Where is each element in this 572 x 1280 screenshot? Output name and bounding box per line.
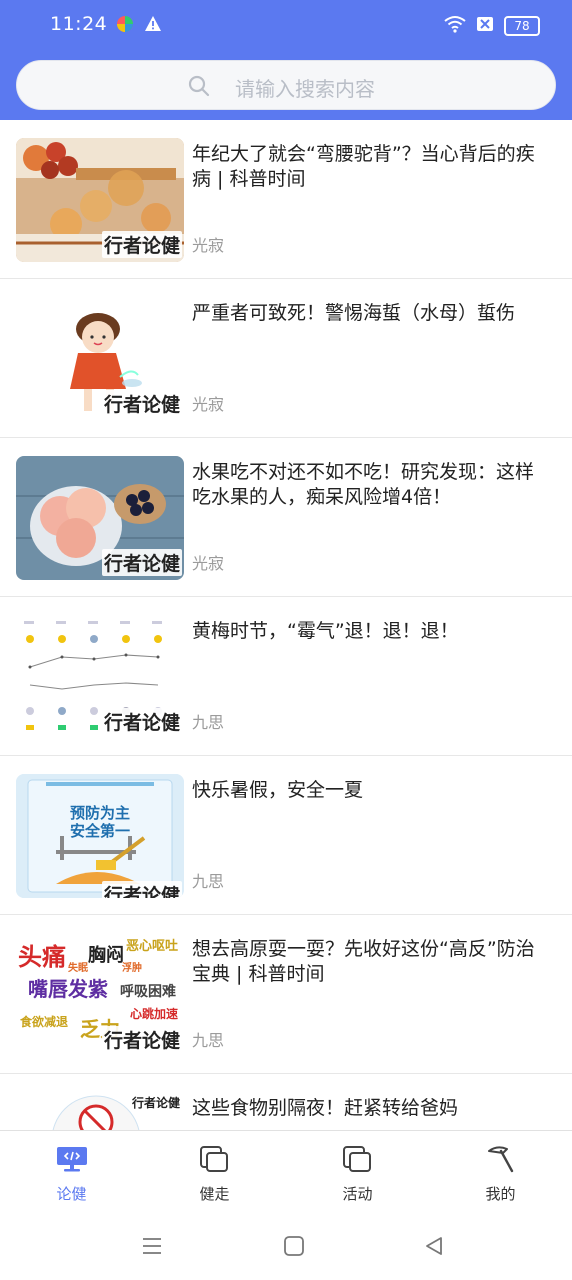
article-source: 九思 [192, 872, 225, 891]
article-feed[interactable]: 行者论健 年纪大了就会“弯腰驼背”？当心背后的疾病 | 科普时间 光寂 行者论健… [0, 120, 572, 1130]
article-title[interactable]: 年纪大了就会“弯腰驼背”？当心背后的疾病 | 科普时间 [192, 142, 552, 192]
thumbnail-watermark: 行者论健 [101, 708, 182, 735]
word-cloud-term: 呼吸困难 [120, 984, 176, 1000]
tab-label: 我的 [485, 1185, 516, 1203]
thumbnail-watermark: 行者论健 [101, 390, 182, 417]
poster-line: 预防为主 [69, 804, 130, 822]
bottom-tab-bar: 论健 健走 活动 我的 [0, 1130, 572, 1215]
poster-text: 预防为主 安全第一 [16, 804, 184, 840]
article-card[interactable]: 行者论健 严重者可致死！警惕海蜇（水母）蜇伤 光寂 [0, 279, 572, 438]
article-source: 九思 [192, 713, 225, 732]
tab-lunjian[interactable]: 论健 [0, 1131, 143, 1215]
status-bar: 11:24 78 [0, 0, 572, 52]
article-title[interactable]: 这些食物别隔夜！赶紧转给爸妈 [192, 1096, 552, 1121]
square-copy-icon [342, 1145, 374, 1173]
word-cloud-term: 嘴唇发紫 [28, 977, 108, 1001]
system-nav-bar [0, 1214, 572, 1280]
tab-label: 健走 [199, 1185, 230, 1203]
tab-jianzou[interactable]: 健走 [143, 1131, 286, 1215]
tab-huodong[interactable]: 活动 [286, 1131, 429, 1215]
square-copy-icon [199, 1145, 231, 1173]
menu-icon[interactable] [140, 1234, 168, 1262]
thumbnail-watermark: 行者论健 [129, 1094, 182, 1111]
thumbnail-watermark: 行者论健 [101, 881, 182, 898]
hammer-icon [485, 1145, 517, 1173]
word-cloud-term: 恶心呕吐 [126, 939, 179, 954]
status-right-icons: 78 [444, 15, 540, 37]
article-card[interactable]: 行者论健 黄梅时节，“霉气”退！退！退！ 九思 [0, 597, 572, 756]
back-icon[interactable] [422, 1234, 450, 1262]
thumbnail-watermark: 行者论健 [101, 549, 182, 576]
word-cloud-term: 胸闷 [88, 945, 124, 966]
article-thumbnail[interactable]: 头痛 胸闷 恶心呕吐 失眠 浮肿 嘴唇发紫 呼吸困难 食欲减退 心跳加速 乏力 … [16, 933, 184, 1057]
word-cloud-term: 食欲减退 [20, 1015, 69, 1029]
warning-icon [144, 15, 162, 37]
article-source: 光寂 [192, 236, 225, 255]
monitor-code-icon [56, 1145, 88, 1173]
article-card[interactable]: 行者论健 这些食物别隔夜！赶紧转给爸妈 [0, 1074, 572, 1130]
search-input[interactable]: 请输入搜索内容 [16, 60, 556, 110]
article-thumbnail[interactable]: 行者论健 [16, 456, 184, 580]
article-title[interactable]: 快乐暑假，安全一夏 [192, 778, 552, 803]
wifi-icon [444, 15, 466, 37]
article-card[interactable]: 行者论健 水果吃不对还不如不吃！研究发现：这样吃水果的人，痴呆风险增4倍！ 光寂 [0, 438, 572, 597]
tab-label: 论健 [56, 1185, 87, 1203]
article-card[interactable]: 预防为主 安全第一 行者论健 快乐暑假，安全一夏 九思 [0, 756, 572, 915]
article-thumbnail[interactable]: 预防为主 安全第一 行者论健 [16, 774, 184, 898]
tab-wode[interactable]: 我的 [429, 1131, 572, 1215]
poster-line: 安全第一 [69, 822, 130, 840]
article-title[interactable]: 想去高原耍一耍？先收好这份“高反”防治宝典 | 科普时间 [192, 937, 552, 987]
status-time: 11:24 [50, 13, 108, 35]
word-cloud-term: 头痛 [18, 943, 66, 971]
battery-level: 78 [514, 19, 530, 33]
sim-blocked-icon [476, 15, 494, 37]
app-color-icon [116, 15, 134, 37]
article-source: 光寂 [192, 395, 225, 414]
search-icon [187, 74, 211, 102]
article-thumbnail[interactable]: 行者论健 [16, 138, 184, 262]
battery-indicator: 78 [504, 16, 540, 36]
article-card[interactable]: 头痛 胸闷 恶心呕吐 失眠 浮肿 嘴唇发紫 呼吸困难 食欲减退 心跳加速 乏力 … [0, 915, 572, 1074]
word-cloud-term: 失眠 [68, 963, 88, 974]
article-card[interactable]: 行者论健 年纪大了就会“弯腰驼背”？当心背后的疾病 | 科普时间 光寂 [0, 120, 572, 279]
word-cloud-term: 心跳加速 [130, 1007, 179, 1021]
search-placeholder: 请输入搜索内容 [235, 77, 375, 101]
article-source: 九思 [192, 1031, 225, 1050]
article-source: 光寂 [192, 554, 225, 573]
status-left-icons [116, 15, 162, 37]
search-header: 请输入搜索内容 [0, 52, 572, 120]
article-thumbnail[interactable]: 行者论健 [16, 615, 184, 739]
home-icon[interactable] [282, 1234, 310, 1262]
article-title[interactable]: 黄梅时节，“霉气”退！退！退！ [192, 619, 552, 644]
thumbnail-watermark: 行者论健 [101, 1026, 182, 1053]
word-cloud-term: 浮肿 [122, 963, 142, 974]
tab-label: 活动 [342, 1185, 373, 1203]
article-title[interactable]: 水果吃不对还不如不吃！研究发现：这样吃水果的人，痴呆风险增4倍！ [192, 460, 552, 510]
article-title[interactable]: 严重者可致死！警惕海蜇（水母）蜇伤 [192, 301, 552, 326]
article-thumbnail[interactable]: 行者论健 [16, 1092, 184, 1130]
article-thumbnail[interactable]: 行者论健 [16, 297, 184, 421]
thumbnail-watermark: 行者论健 [101, 231, 182, 258]
